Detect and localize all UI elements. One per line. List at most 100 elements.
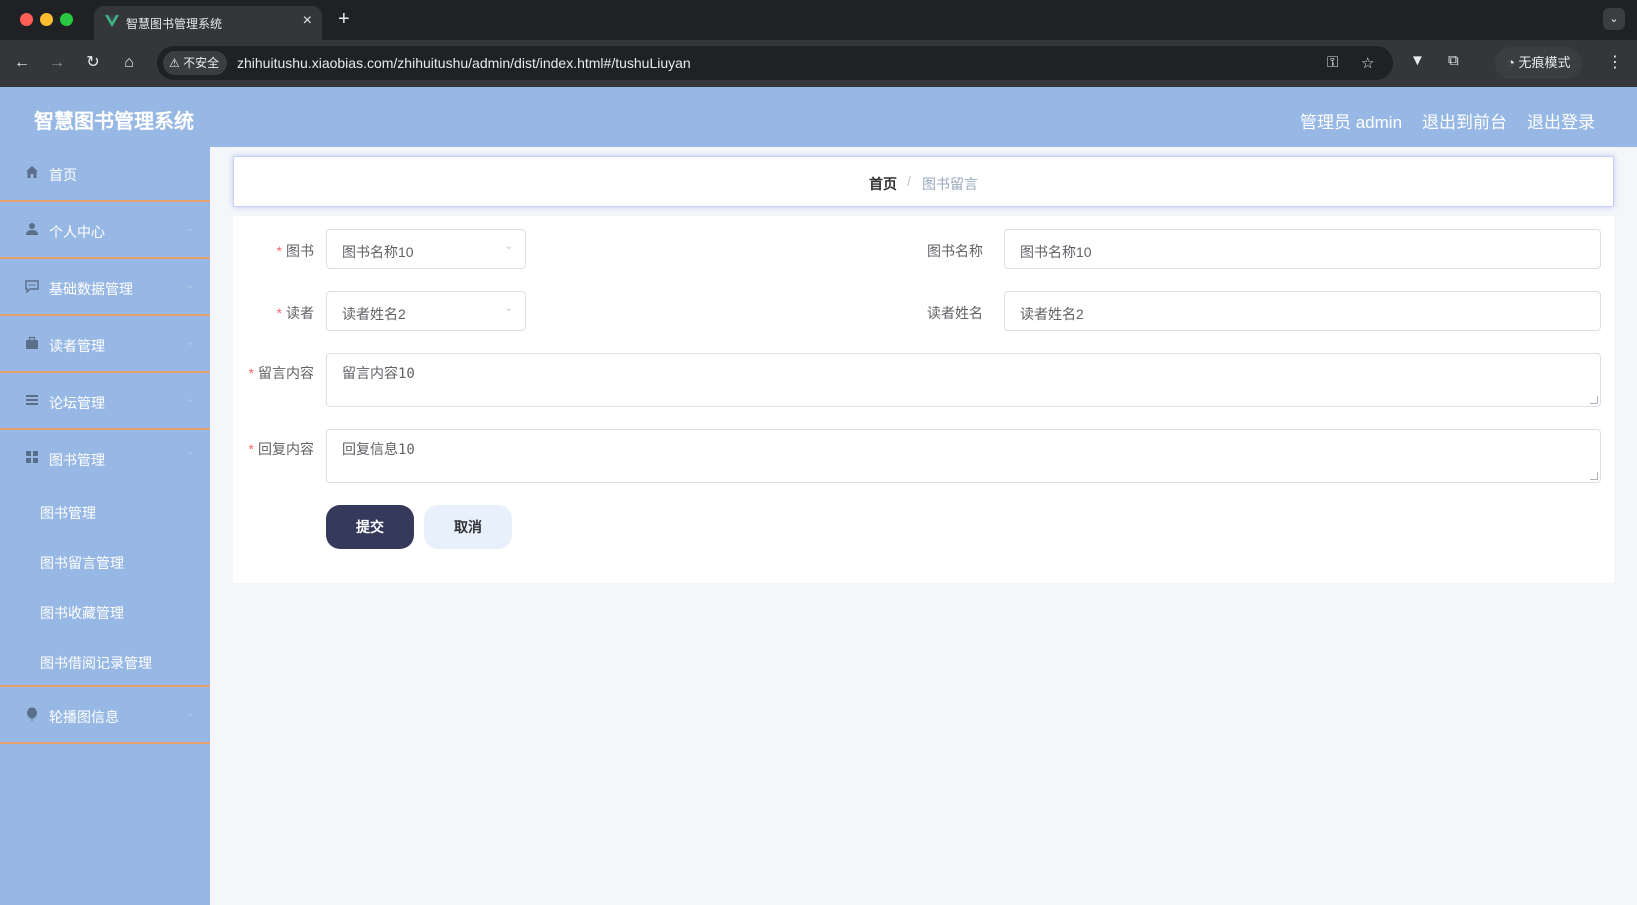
- book-name-label: 图书名称: [927, 243, 983, 259]
- sidebar: 首页 个人中心 ⌄ 基础数据管理 ⌄ 读者管理 ⌄ 论坛管理 ⌄ 图书管理 ⌃: [0, 147, 210, 905]
- book-name-value: 图书名称10: [1020, 244, 1092, 260]
- key-icon[interactable]: ⚿: [1327, 54, 1338, 71]
- book-label-text: 图书: [286, 243, 314, 259]
- sidebar-item-label: 图书管理: [49, 452, 105, 468]
- briefcase-icon: [24, 336, 40, 352]
- message-content-textarea[interactable]: 留言内容10: [326, 353, 1601, 407]
- message-content-value: 留言内容10: [342, 366, 415, 382]
- chevron-down-icon: ⌄: [185, 223, 194, 234]
- submit-button[interactable]: 提交: [326, 505, 414, 549]
- sidebar-item-label: 论坛管理: [49, 395, 105, 411]
- forward-icon[interactable]: →: [45, 51, 69, 75]
- chevron-down-icon: ⌄: [185, 394, 194, 405]
- tab-title: 智慧图书管理系统: [126, 17, 223, 31]
- extensions-icon[interactable]: ⧉: [1448, 52, 1459, 69]
- sidebar-item-label: 轮播图信息: [49, 709, 119, 725]
- vue-logo-icon: [105, 15, 119, 27]
- more-menu-icon[interactable]: ⋮: [1607, 52, 1623, 72]
- sidebar-subitem-label: 图书收藏管理: [40, 605, 124, 621]
- reply-content-textarea[interactable]: 回复信息10: [326, 429, 1601, 483]
- sidebar-subitem-label: 图书借阅记录管理: [40, 655, 152, 671]
- reader-label: * 读者: [233, 303, 314, 323]
- tab-strip: 智慧图书管理系统 × + ⌄: [0, 0, 1637, 40]
- message-icon: [24, 279, 40, 295]
- warning-icon: ⚠: [169, 56, 184, 70]
- security-label: 不安全: [183, 56, 220, 70]
- browser-chrome: 智慧图书管理系统 × + ⌄ ← → ↻ ⌂ ⚠ 不安全 zhihuitushu…: [0, 0, 1637, 87]
- chevron-up-icon: ⌃: [185, 451, 194, 462]
- chevron-down-icon: ⌄: [504, 241, 513, 252]
- breadcrumb-current: 图书留言: [922, 176, 978, 192]
- close-window-button[interactable]: [20, 13, 33, 26]
- sidebar-subitem-label: 图书管理: [40, 505, 96, 521]
- reader-label-text: 读者: [286, 305, 314, 321]
- reader-name-label: 读者姓名: [927, 305, 983, 321]
- required-mark: *: [276, 305, 282, 321]
- sidebar-item-forum-management[interactable]: 论坛管理 ⌄: [0, 375, 210, 430]
- tab-search-icon[interactable]: ⌄: [1603, 8, 1625, 30]
- chevron-down-icon: ⌄: [504, 303, 513, 314]
- reader-select[interactable]: 读者姓名2 ⌄: [326, 291, 526, 331]
- sidebar-item-book-management[interactable]: 图书管理 ⌃: [0, 432, 210, 487]
- book-select[interactable]: 图书名称10 ⌄: [326, 229, 526, 269]
- breadcrumb: 首页 / 图书留言: [233, 156, 1614, 207]
- sidebar-subitem-book-favorite-management[interactable]: 图书收藏管理: [0, 587, 210, 637]
- resize-handle[interactable]: [1590, 396, 1598, 404]
- reader-name-value: 读者姓名2: [1020, 306, 1084, 322]
- message-content-label: * 留言内容: [233, 363, 314, 383]
- bookmark-star-icon[interactable]: ☆: [1361, 54, 1374, 72]
- incognito-chip[interactable]: ◔ 无痕模式: [1495, 47, 1583, 79]
- breadcrumb-home[interactable]: 首页: [869, 174, 897, 194]
- app-header: 智慧图书管理系统 管理员 admin 退出到前台 退出登录: [0, 87, 1637, 147]
- reload-icon[interactable]: ↻: [81, 51, 105, 75]
- required-mark: *: [248, 365, 254, 381]
- sidebar-item-label: 首页: [49, 167, 77, 183]
- message-content-label-text: 留言内容: [258, 365, 314, 381]
- back-icon[interactable]: ←: [10, 51, 34, 75]
- minimize-window-button[interactable]: [40, 13, 53, 26]
- admin-user-label: 管理员 admin: [1300, 113, 1403, 132]
- required-mark: *: [248, 441, 254, 457]
- book-label: * 图书: [233, 241, 314, 261]
- sidebar-item-carousel-info[interactable]: 轮播图信息 ⌄: [0, 689, 210, 744]
- resize-handle[interactable]: [1590, 472, 1598, 480]
- reader-select-value: 读者姓名2: [342, 306, 406, 322]
- balloon-icon: [24, 707, 40, 723]
- url-text: zhihuitushu.xiaobias.com/zhihuitushu/adm…: [237, 55, 691, 71]
- reply-content-label: * 回复内容: [233, 439, 314, 459]
- sidebar-item-personal-center[interactable]: 个人中心 ⌄: [0, 204, 210, 259]
- breadcrumb-separator: /: [907, 173, 911, 189]
- book-select-value: 图书名称10: [342, 244, 414, 260]
- chevron-down-icon: ⌄: [185, 708, 194, 719]
- logout-link[interactable]: 退出登录: [1527, 108, 1595, 133]
- book-name-input[interactable]: 图书名称10: [1004, 229, 1601, 269]
- sidebar-item-home[interactable]: 首页: [0, 147, 210, 202]
- reader-name-input[interactable]: 读者姓名2: [1004, 291, 1601, 331]
- list-icon: [24, 393, 40, 409]
- sidebar-item-basic-data[interactable]: 基础数据管理 ⌄: [0, 261, 210, 316]
- user-icon: [24, 222, 40, 238]
- browser-tab[interactable]: 智慧图书管理系统 ×: [94, 6, 322, 40]
- maximize-window-button[interactable]: [60, 13, 73, 26]
- required-mark: *: [276, 243, 282, 259]
- reply-content-label-text: 回复内容: [258, 441, 314, 457]
- tab-close-icon[interactable]: ×: [303, 12, 312, 30]
- sidebar-item-label: 个人中心: [49, 224, 105, 240]
- chevron-down-icon: ⌄: [185, 280, 194, 291]
- sidebar-subitem-book-management[interactable]: 图书管理: [0, 487, 210, 537]
- security-chip[interactable]: ⚠ 不安全: [163, 51, 228, 75]
- home-icon[interactable]: ⌂: [117, 51, 141, 75]
- home-icon: [24, 165, 40, 181]
- exit-to-front-link[interactable]: 退出到前台: [1422, 108, 1507, 133]
- sidebar-item-reader-management[interactable]: 读者管理 ⌄: [0, 318, 210, 373]
- sidebar-subitem-book-message-management[interactable]: 图书留言管理: [0, 537, 210, 587]
- address-bar[interactable]: ⚠ 不安全 zhihuitushu.xiaobias.com/zhihuitus…: [157, 46, 1393, 80]
- app-title: 智慧图书管理系统: [34, 111, 194, 133]
- grid-icon: [24, 450, 40, 466]
- incognito-icon: ◔: [1507, 55, 1519, 70]
- cancel-button[interactable]: 取消: [424, 505, 512, 549]
- new-tab-icon[interactable]: +: [338, 9, 350, 29]
- reply-content-value: 回复信息10: [342, 442, 415, 458]
- sidebar-subitem-borrow-record-management[interactable]: 图书借阅记录管理: [0, 637, 210, 687]
- vue-devtools-icon[interactable]: ▼: [1410, 52, 1425, 69]
